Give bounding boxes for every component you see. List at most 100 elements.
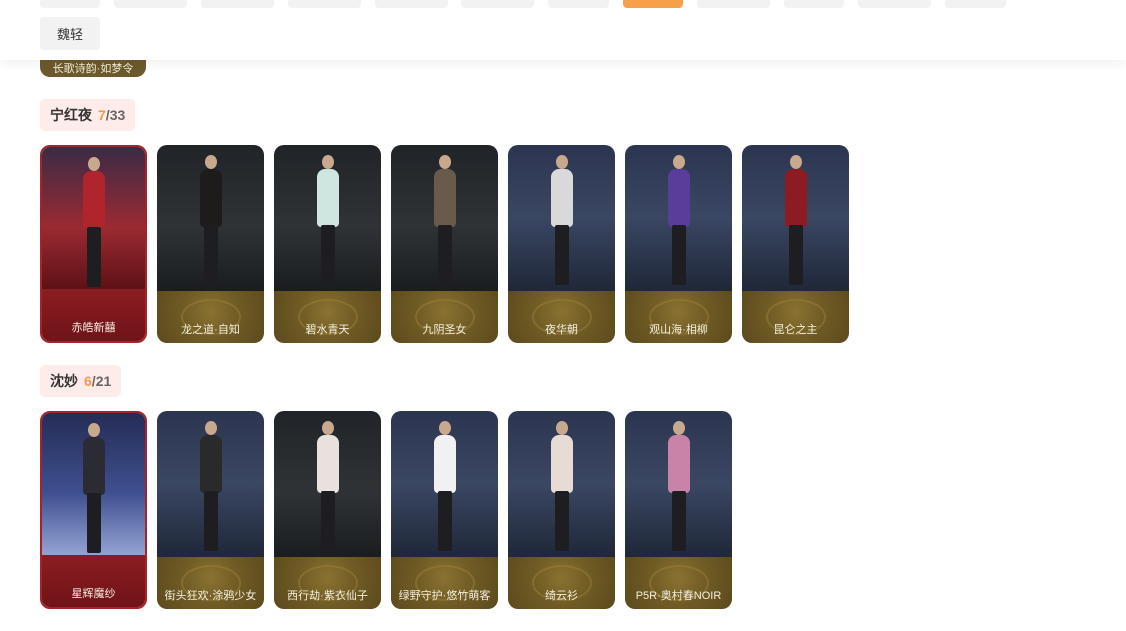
character-filter-bar: 魏轻 [0, 0, 1126, 60]
skin-name: 星辉魔纱 [71, 588, 116, 600]
skin-name: 龙之道·自知 [181, 324, 240, 336]
figure-legs [86, 493, 101, 553]
figure-head [87, 423, 100, 437]
character-figure [550, 421, 573, 553]
skin-card[interactable]: 九阴圣女 [391, 145, 498, 343]
skin-preview-image [274, 145, 381, 291]
figure-outfit [316, 435, 339, 493]
figure-head [555, 155, 568, 169]
figure-outfit [550, 169, 573, 227]
filter-chip[interactable] [945, 0, 1006, 8]
figure-legs [86, 227, 101, 287]
character-figure [199, 155, 222, 287]
skin-preview-image [625, 145, 732, 291]
character-figure [433, 155, 456, 287]
filter-chip[interactable] [375, 0, 448, 8]
skin-card[interactable]: P5R·奥村春NOIR [625, 411, 732, 609]
skin-name: 赤皓新囍 [71, 322, 116, 334]
skin-preview-image [42, 147, 145, 293]
skin-card[interactable]: 街头狂欢·涂鸦少女 [157, 411, 264, 609]
skin-card[interactable]: 昆仑之主 [742, 145, 849, 343]
filter-chip[interactable] [288, 0, 361, 8]
skin-preview-image [508, 145, 615, 291]
character-figure [784, 155, 807, 287]
figure-head [204, 155, 217, 169]
figure-outfit [433, 169, 456, 227]
figure-head [321, 155, 334, 169]
filter-chip[interactable] [697, 0, 770, 8]
figure-legs [788, 225, 803, 285]
figure-head [555, 421, 568, 435]
figure-head [321, 421, 334, 435]
figure-head [789, 155, 802, 169]
figure-head [87, 157, 100, 171]
skin-name: 观山海·相柳 [649, 324, 708, 336]
owned-count: 6 [84, 373, 92, 389]
character-figure [316, 421, 339, 553]
skin-card[interactable]: 绮云衫 [508, 411, 615, 609]
skin-preview-image [274, 411, 381, 557]
figure-outfit [667, 169, 690, 227]
total-count: 21 [95, 373, 112, 389]
figure-head [672, 155, 685, 169]
filter-chip[interactable] [858, 0, 931, 8]
skin-card[interactable]: 西行劫·紫衣仙子 [274, 411, 381, 609]
skin-card[interactable]: 赤皓新囍 [40, 145, 147, 343]
figure-legs [671, 225, 686, 285]
figure-outfit [82, 437, 105, 495]
skin-name: 九阴圣女 [422, 324, 467, 336]
figure-outfit [82, 171, 105, 229]
character-figure [316, 155, 339, 287]
skin-preview-image [391, 145, 498, 291]
skin-card[interactable]: 龙之道·自知 [157, 145, 264, 343]
skin-card[interactable]: 星辉魔纱 [40, 411, 147, 609]
figure-outfit [199, 169, 222, 227]
filter-chip[interactable] [461, 0, 534, 8]
skin-row-ninghongye: 赤皓新囍 龙之道·自知 碧水青天 九阴圣女 夜华朝 观山海·相柳 昆仑之主 [40, 145, 849, 343]
figure-head [438, 155, 451, 169]
figure-legs [437, 225, 452, 285]
skin-card[interactable]: 夜华朝 [508, 145, 615, 343]
skin-preview-image [625, 411, 732, 557]
filter-chip[interactable] [114, 0, 187, 8]
figure-head [672, 421, 685, 435]
skin-card[interactable]: 绿野守护·悠竹萌客 [391, 411, 498, 609]
figure-legs [554, 491, 569, 551]
skin-card[interactable]: 观山海·相柳 [625, 145, 732, 343]
section-header-ninghongye: 宁红夜 7 / 33 [40, 99, 136, 131]
character-figure [199, 421, 222, 553]
filter-chip[interactable] [548, 0, 609, 8]
skin-preview-image [42, 413, 145, 559]
skin-row-shenmiao: 星辉魔纱 街头狂欢·涂鸦少女 西行劫·紫衣仙子 绿野守护·悠竹萌客 绮云衫 P5R·奥村春… [40, 411, 732, 609]
figure-head [204, 421, 217, 435]
figure-legs [437, 491, 452, 551]
filter-chip[interactable] [40, 0, 100, 8]
figure-head [438, 421, 451, 435]
skin-preview-image [391, 411, 498, 557]
owned-count: 7 [98, 107, 106, 123]
figure-legs [671, 491, 686, 551]
skin-card[interactable]: 碧水青天 [274, 145, 381, 343]
skin-name: 夜华朝 [545, 324, 578, 336]
figure-outfit [199, 435, 222, 493]
character-figure [667, 155, 690, 287]
filter-chip-active[interactable] [623, 0, 683, 8]
skin-name: 街头狂欢·涂鸦少女 [164, 590, 257, 602]
figure-legs [554, 225, 569, 285]
filter-chip[interactable] [784, 0, 844, 8]
figure-legs [203, 225, 218, 285]
skin-preview-image [157, 145, 264, 291]
character-figure [667, 421, 690, 553]
figure-outfit [550, 435, 573, 493]
total-count: 33 [109, 107, 126, 123]
figure-legs [203, 491, 218, 551]
figure-outfit [316, 169, 339, 227]
section-title: 宁红夜 [50, 107, 92, 123]
filter-chip[interactable] [201, 0, 274, 8]
character-figure [550, 155, 573, 287]
skin-preview-image [157, 411, 264, 557]
figure-legs [320, 491, 335, 551]
skin-preview-image [508, 411, 615, 557]
skin-name: 绿野守护·悠竹萌客 [398, 590, 491, 602]
filter-chip-weiqing[interactable]: 魏轻 [40, 17, 100, 50]
